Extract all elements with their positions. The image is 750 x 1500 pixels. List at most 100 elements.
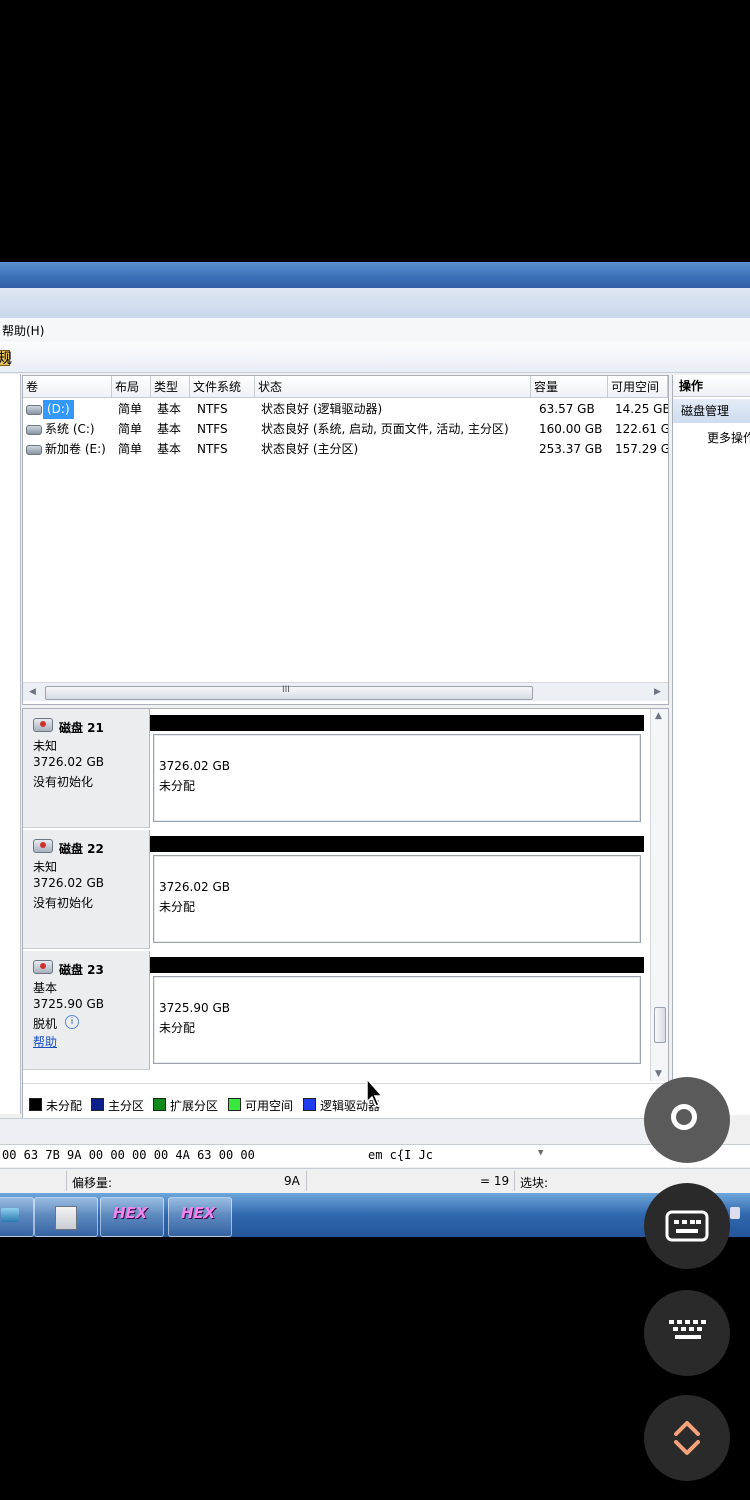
legend-item: 扩展分区	[153, 1097, 218, 1114]
disk-app-icon	[1, 1208, 19, 1222]
record-button[interactable]	[644, 1077, 730, 1163]
keyboard-window-icon	[665, 1210, 709, 1242]
disk-view: 磁盘 21 未知 3726.02 GB 没有初始化 3726.02 GB 未分配…	[22, 708, 669, 1122]
partition-label: 未分配	[159, 1021, 196, 1035]
taskbar-disk-app[interactable]	[0, 1197, 34, 1237]
partition-label: 未分配	[159, 779, 196, 793]
scroll-thumb[interactable]: III	[45, 685, 533, 700]
disk-size: 3726.02 GB	[33, 755, 104, 769]
disk-state: 没有初始化	[33, 775, 94, 789]
volume-list: 卷 布局 类型 文件系统 状态 容量 可用空间 (D:) 简单 基本 NTFS …	[22, 375, 669, 705]
volume-status: 状态良好 (主分区)	[261, 442, 359, 456]
column-free-space[interactable]: 可用空间	[608, 376, 668, 398]
volume-type: 基本	[157, 402, 182, 416]
keyboard-button[interactable]	[644, 1290, 730, 1376]
volume-fs: NTFS	[197, 402, 228, 416]
legend-label: 未分配	[46, 1099, 83, 1113]
taskbar-calc-app[interactable]	[34, 1197, 98, 1237]
scroll-down-icon[interactable]: ▼	[655, 1069, 662, 1079]
volume-layout: 简单	[118, 442, 143, 456]
unallocated-bar	[150, 715, 644, 731]
separator	[66, 1171, 67, 1191]
menu-bar: 帮助(H)	[0, 318, 750, 343]
title-bar[interactable]	[0, 262, 750, 288]
disk-icon	[33, 718, 53, 732]
unallocated-partition[interactable]: 3726.02 GB 未分配	[153, 855, 641, 943]
unallocated-bar	[150, 836, 644, 852]
scroll-left-icon[interactable]: ◀	[29, 687, 36, 697]
keyboard-icon	[669, 1320, 706, 1339]
disk-icon	[33, 960, 53, 974]
volume-row[interactable]: 系统 (C:) 简单 基本 NTFS 状态良好 (系统, 启动, 页面文件, 活…	[23, 420, 668, 439]
volume-name: 系统 (C:)	[45, 422, 95, 436]
partition-area: 3726.02 GB 未分配	[150, 715, 644, 823]
column-volume[interactable]: 卷	[23, 376, 112, 398]
disk-info[interactable]: 磁盘 21 未知 3726.02 GB 没有初始化	[23, 709, 150, 828]
partition-size: 3726.02 GB	[159, 759, 230, 773]
horizontal-scrollbar[interactable]: ◀ III ▶	[23, 682, 668, 701]
disk-info[interactable]: 磁盘 23 基本 3725.90 GB 脱机 i 帮助	[23, 951, 150, 1070]
unallocated-partition[interactable]: 3726.02 GB 未分配	[153, 734, 641, 822]
partition-size: 3725.90 GB	[159, 1001, 230, 1015]
volume-fs: NTFS	[197, 422, 228, 436]
vertical-scrollbar[interactable]: ▲ ▼	[650, 709, 668, 1081]
block-label: 选块:	[520, 1176, 549, 1190]
status-bar	[0, 1118, 667, 1143]
keyboard-mode-button[interactable]	[644, 1183, 730, 1269]
hex-bytes: 00 63 7B 9A 00 00 00 00 4A 63 00 00	[2, 1148, 255, 1162]
separator	[306, 1171, 307, 1191]
disk-size: 3726.02 GB	[33, 876, 104, 890]
disk-kind: 未知	[33, 860, 58, 874]
action-disk-management[interactable]: 磁盘管理	[673, 399, 750, 423]
column-filesystem[interactable]: 文件系统	[190, 376, 255, 398]
disk-row: 磁盘 22 未知 3726.02 GB 没有初始化 3726.02 GB 未分配	[23, 830, 648, 950]
column-status[interactable]: 状态	[255, 376, 531, 398]
toolbar: 规	[0, 342, 750, 373]
action-more[interactable]: 更多操作	[707, 429, 750, 446]
legend-swatch	[303, 1098, 316, 1111]
volume-capacity: 63.57 GB	[539, 402, 595, 416]
circle-icon	[671, 1104, 697, 1130]
chevron-up-down-icon	[674, 1421, 700, 1455]
volume-name: (D:)	[43, 400, 74, 419]
menu-help[interactable]: 帮助(H)	[2, 322, 44, 339]
legend-item: 主分区	[91, 1097, 144, 1114]
legend-item: 未分配	[29, 1097, 82, 1114]
disk-state: 脱机	[33, 1017, 58, 1031]
actions-header: 操作	[673, 375, 750, 397]
disk-name: 磁盘 21	[59, 721, 104, 735]
scroll-grip: III	[282, 685, 290, 695]
calculator-icon	[55, 1206, 77, 1230]
volume-status: 状态良好 (逻辑驱动器)	[261, 402, 383, 416]
disk-kind: 基本	[33, 981, 58, 995]
title-bar-lower	[0, 288, 750, 318]
volume-row[interactable]: 新加卷 (E:) 简单 基本 NTFS 状态良好 (主分区) 253.37 GB…	[23, 440, 668, 459]
eq-value: = 19	[480, 1174, 510, 1188]
taskbar-hex-app[interactable]: HEX	[100, 1197, 164, 1237]
help-link[interactable]: 帮助	[33, 1033, 57, 1050]
unallocated-bar	[150, 957, 644, 973]
separator	[514, 1171, 515, 1191]
expand-collapse-button[interactable]	[644, 1395, 730, 1481]
scroll-thumb[interactable]	[654, 1007, 666, 1043]
disk-row: 磁盘 23 基本 3725.90 GB 脱机 i 帮助 3725.90 GB 未…	[23, 951, 648, 1071]
column-capacity[interactable]: 容量	[531, 376, 608, 398]
actions-pane: 操作 磁盘管理 更多操作	[672, 375, 750, 1115]
taskbar: HEX HEX	[0, 1193, 750, 1237]
scroll-right-icon[interactable]: ▶	[654, 687, 661, 697]
volume-row[interactable]: (D:) 简单 基本 NTFS 状态良好 (逻辑驱动器) 63.57 GB 14…	[23, 400, 668, 419]
scroll-up-icon[interactable]: ▲	[655, 711, 662, 721]
disk-info[interactable]: 磁盘 22 未知 3726.02 GB 没有初始化	[23, 830, 150, 949]
legend-swatch	[29, 1098, 42, 1111]
volume-free: 14.25 GB	[615, 402, 668, 416]
volume-free: 122.61 GB	[615, 422, 668, 436]
drive-icon	[26, 425, 42, 435]
taskbar-hex-app[interactable]: HEX	[168, 1197, 232, 1237]
column-layout[interactable]: 布局	[112, 376, 151, 398]
dropdown-icon[interactable]: ▼	[538, 1148, 543, 1158]
unallocated-partition[interactable]: 3725.90 GB 未分配	[153, 976, 641, 1064]
column-type[interactable]: 类型	[151, 376, 190, 398]
legend-swatch	[153, 1098, 166, 1111]
tray-icon[interactable]	[730, 1207, 740, 1219]
info-icon[interactable]: i	[65, 1015, 79, 1029]
